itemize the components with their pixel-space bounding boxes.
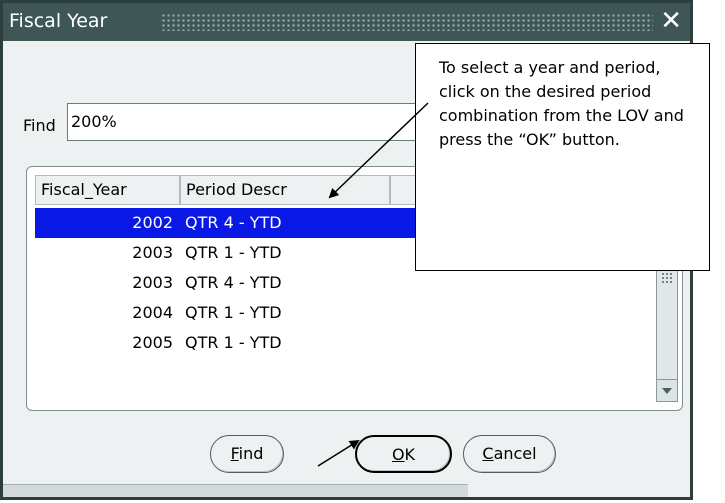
cancel-button[interactable]: Cancel [463, 435, 556, 473]
find-button-mnemonic: F [230, 444, 239, 463]
column-header-period-descr[interactable]: Period Descr [180, 175, 390, 205]
dialog-title: Fiscal Year [9, 10, 108, 32]
cell-fiscal-year: 2003 [132, 273, 173, 292]
cell-period-descr: QTR 4 - YTD [185, 213, 282, 232]
cell-fiscal-year: 2004 [132, 303, 173, 322]
close-icon[interactable]: ✕ [660, 6, 682, 36]
list-row[interactable]: 2003 QTR 4 - YTD [35, 268, 650, 298]
status-strip [3, 484, 468, 497]
cell-period-descr: QTR 1 - YTD [185, 243, 282, 262]
ok-button-label: K [404, 445, 416, 464]
title-bar-texture [161, 13, 653, 31]
ok-button[interactable]: OK [355, 435, 452, 473]
cell-period-descr: QTR 1 - YTD [185, 333, 282, 352]
cancel-button-label: ancel [493, 444, 537, 463]
scroll-down-arrow-icon[interactable] [657, 379, 677, 401]
find-button[interactable]: Find [210, 435, 284, 473]
cell-fiscal-year: 2002 [132, 213, 173, 232]
find-button-label: ind [238, 444, 264, 463]
list-row[interactable]: 2005 QTR 1 - YTD [35, 328, 650, 358]
title-bar[interactable]: Fiscal Year ✕ [3, 3, 690, 41]
find-label: Find [23, 116, 56, 135]
cell-period-descr: QTR 1 - YTD [185, 303, 282, 322]
cell-period-descr: QTR 4 - YTD [185, 273, 282, 292]
cell-fiscal-year: 2005 [132, 333, 173, 352]
cell-fiscal-year: 2003 [132, 243, 173, 262]
column-header-fiscal-year[interactable]: Fiscal_Year [35, 175, 180, 205]
ok-button-mnemonic: O [391, 445, 405, 464]
list-row[interactable]: 2004 QTR 1 - YTD [35, 298, 650, 328]
instruction-callout: To select a year and period, click on th… [415, 43, 710, 271]
cancel-button-mnemonic: C [482, 444, 494, 463]
